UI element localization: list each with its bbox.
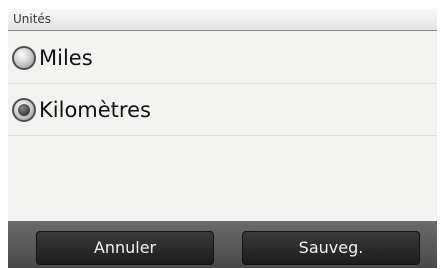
footer-bar: Annuler Sauveg.: [8, 221, 437, 268]
units-screen: Unités Miles Kilomètres Annuler Sauveg.: [8, 9, 437, 268]
option-label: Miles: [39, 46, 93, 70]
option-label: Kilomètres: [39, 98, 151, 122]
radio-button-selected-icon[interactable]: [12, 98, 36, 122]
option-kilometres[interactable]: Kilomètres: [8, 84, 437, 136]
radio-button-icon[interactable]: [12, 46, 36, 70]
page-title: Unités: [13, 12, 52, 26]
option-miles[interactable]: Miles: [8, 32, 437, 84]
title-bar: Unités: [8, 9, 437, 31]
save-button[interactable]: Sauveg.: [242, 231, 420, 265]
cancel-button[interactable]: Annuler: [36, 231, 214, 265]
